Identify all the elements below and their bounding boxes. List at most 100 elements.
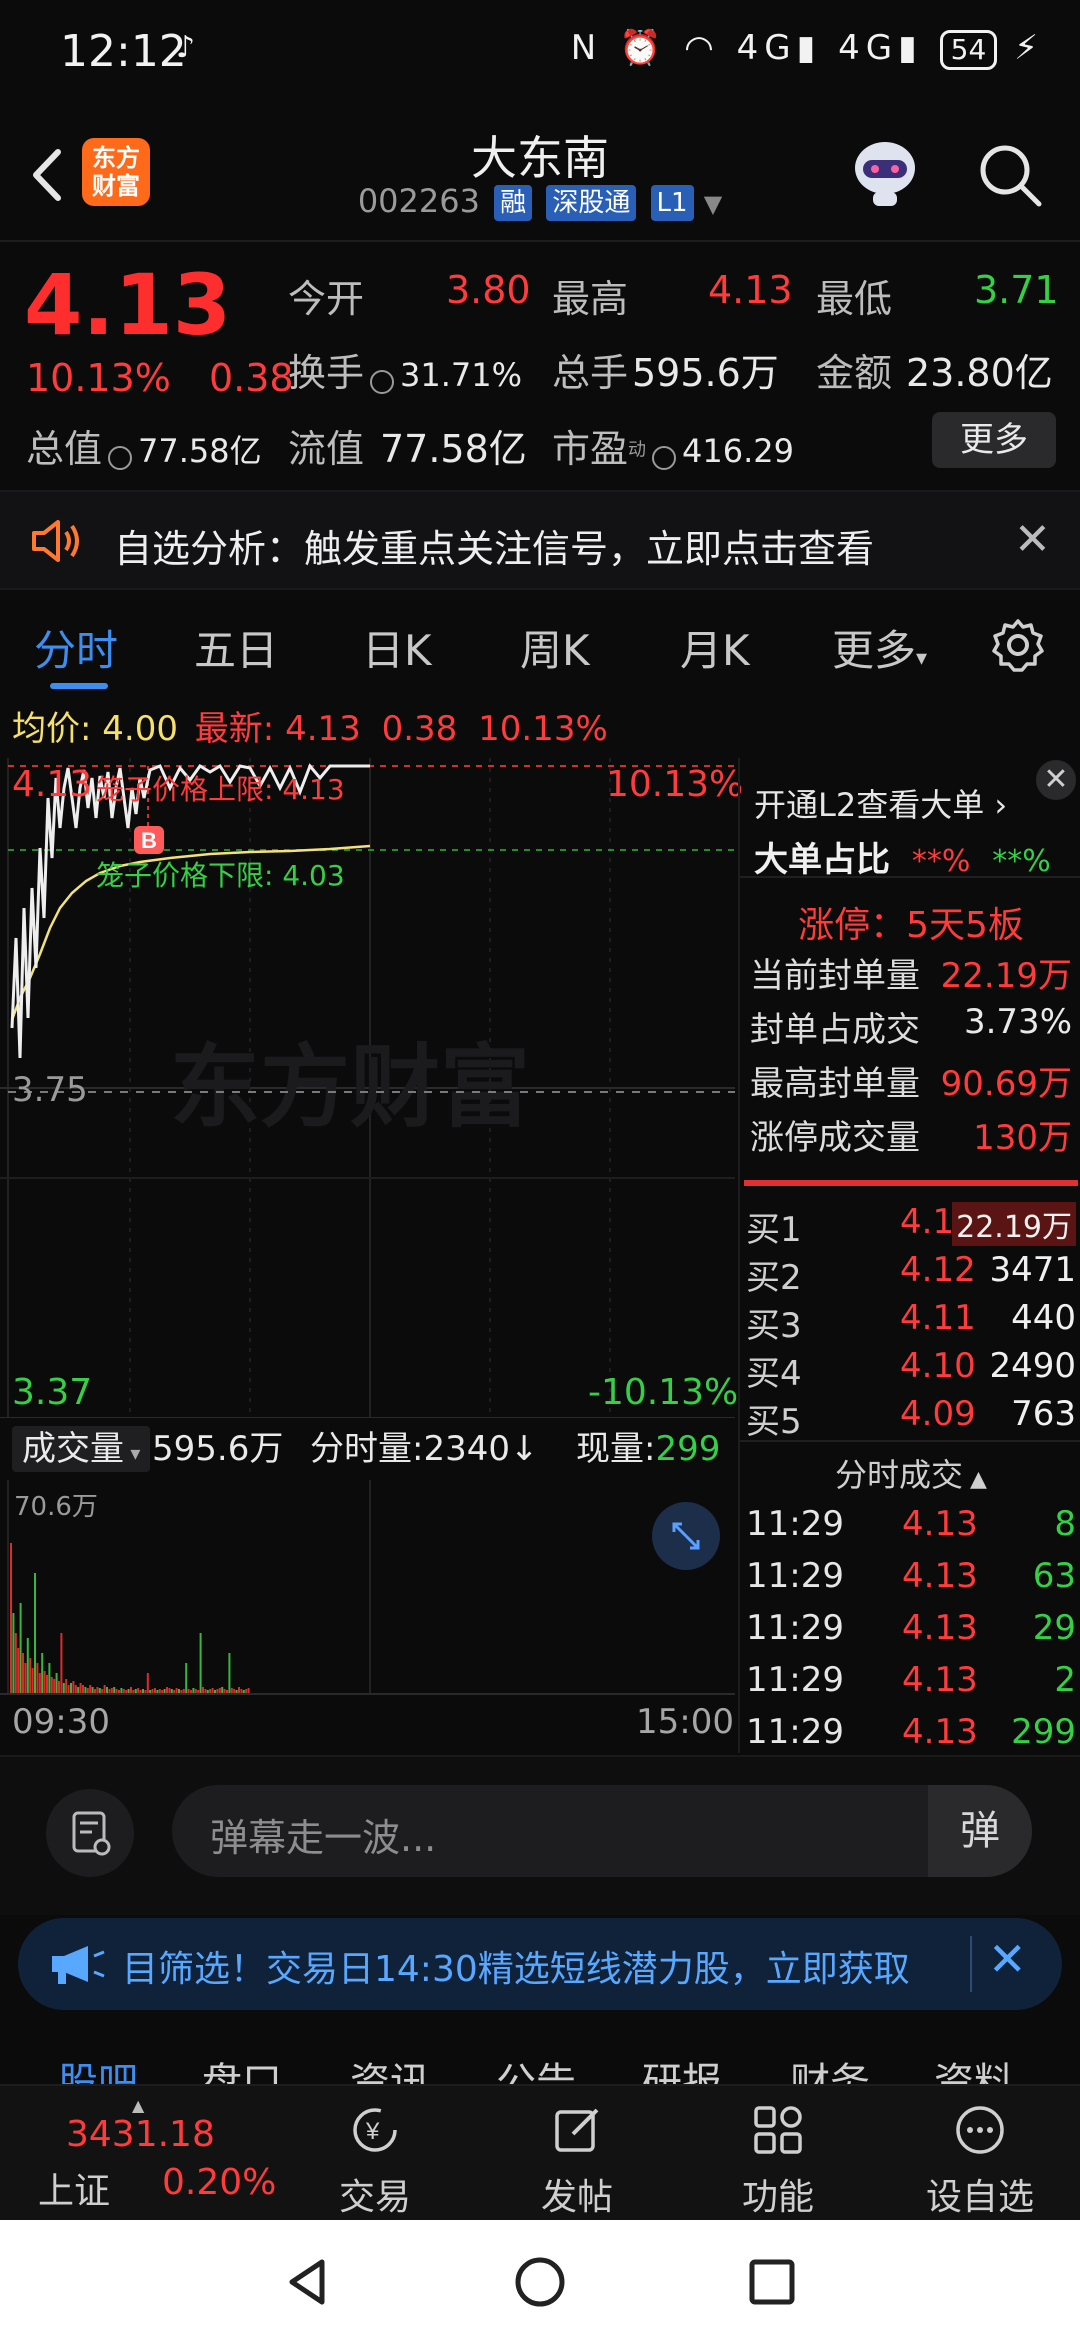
volume-bar — [50, 1677, 53, 1693]
search-icon[interactable] — [975, 140, 1045, 210]
edit-icon — [555, 2108, 599, 2152]
charging-icon: ⚡ — [1014, 28, 1044, 68]
trade-icon: ¥ — [353, 2108, 397, 2152]
tab-announcements[interactable]: 公告 — [496, 2050, 576, 2088]
tick-row[interactable]: 11:29 4.13 63 — [740, 1552, 1080, 1602]
nav-post[interactable]: 发帖 — [497, 2086, 657, 2220]
nav-trade[interactable]: ¥ 交易 — [295, 2086, 455, 2220]
tick-qty: 63 — [1032, 1556, 1076, 1596]
volume-bar — [127, 1689, 130, 1693]
order-book[interactable]: 买1 4.13 22.19万 买2 4.12 3471 买3 4.11 440 … — [740, 1198, 1080, 1442]
danmu-settings-icon[interactable] — [46, 1789, 134, 1877]
volume-bar — [209, 1689, 212, 1693]
pe-superscript: 动 — [628, 439, 647, 461]
lower-limit-label: 笼子价格下限: 4.03 — [96, 854, 345, 894]
tab-orderbook[interactable]: 盘口 — [202, 2050, 282, 2088]
tick-qty: 2 — [1054, 1660, 1076, 1700]
tick-volume: 分时量:2340↓ — [310, 1429, 539, 1469]
volume-indicator-select[interactable]: 成交量 ▾ — [12, 1426, 151, 1472]
index-pct: 0.20% — [162, 2162, 277, 2203]
mktcap-value: 77.58亿 — [138, 432, 262, 470]
bottom-nav: ▲ 3431.18 上证 0.20% ¥ 交易 发帖 功能 设自选 — [0, 2084, 1080, 2220]
alert-banner[interactable]: 自选分析：触发重点关注信号，立即点击查看 ✕ — [0, 490, 1080, 590]
volume-bar — [86, 1688, 89, 1693]
bid-row[interactable]: 买2 4.12 3471 — [740, 1246, 1080, 1298]
volume-bar — [26, 1638, 29, 1693]
tick-row[interactable]: 11:29 4.13 299 — [740, 1708, 1080, 1758]
volume-bar — [139, 1690, 142, 1693]
tick-list[interactable]: 11:29 4.13 8 11:29 4.13 63 11:29 4.13 29… — [740, 1500, 1080, 1752]
nav-add-watchlist[interactable]: 设自选 — [900, 2086, 1060, 2220]
tick-row[interactable]: 11:29 4.13 2 — [740, 1656, 1080, 1706]
expand-icon[interactable] — [652, 1502, 720, 1570]
turnover-item[interactable]: 换手 31.71% — [288, 342, 522, 397]
bid-row[interactable]: 买5 4.09 763 — [740, 1390, 1080, 1442]
tab-more[interactable]: 更多▾ — [832, 617, 927, 678]
more-button[interactable]: 更多 — [932, 412, 1056, 468]
mktcap-item[interactable]: 总值 77.58亿 — [26, 418, 262, 473]
stat-label: 涨停成交量 — [750, 1118, 920, 1158]
volume-bar — [125, 1690, 128, 1693]
volume-bar — [38, 1673, 41, 1693]
bid-row[interactable]: 买3 4.11 440 — [740, 1294, 1080, 1346]
volume-bar — [96, 1687, 99, 1693]
tab-weekly-k[interactable]: 周K — [520, 617, 590, 678]
volume-bar — [84, 1687, 87, 1693]
volume-bar — [41, 1653, 44, 1693]
volume-bar — [103, 1685, 106, 1693]
volume-bar — [98, 1688, 101, 1693]
info-icon — [370, 369, 395, 394]
volume-bar — [106, 1687, 108, 1693]
close-icon[interactable]: ✕ — [1036, 760, 1076, 800]
promo-banner[interactable]: 目筛选！交易日14:30精选短线潜力股，立即获取 ✕ — [18, 1918, 1062, 2010]
big-ratio-red: **% — [911, 844, 971, 879]
current-volume: 现量:299 — [576, 1420, 720, 1478]
tab-research[interactable]: 研报 — [642, 2050, 722, 2088]
big-ratio-label: 大单占比 — [754, 840, 890, 880]
volume-bar — [204, 1689, 207, 1693]
bid-row[interactable]: 买4 4.10 2490 — [740, 1342, 1080, 1394]
volume-bar — [170, 1689, 173, 1693]
volume-bar — [173, 1690, 176, 1693]
bid-row[interactable]: 买1 4.13 22.19万 — [740, 1198, 1080, 1250]
recents-square-icon[interactable] — [744, 2254, 800, 2310]
promo-text: 目筛选！交易日14:30精选短线潜力股，立即获取 — [122, 1949, 910, 1990]
tab-five-day[interactable]: 五日 — [194, 617, 278, 678]
volume-bar — [182, 1689, 185, 1693]
buy-marker[interactable]: B — [141, 828, 157, 853]
volume-bar — [166, 1687, 168, 1693]
home-circle-icon[interactable] — [512, 2254, 568, 2310]
tab-daily-k[interactable]: 日K — [362, 617, 432, 678]
volume-chart-svg — [0, 1480, 735, 1695]
tab-finance[interactable]: 财务 — [790, 2050, 870, 2088]
ticks-title[interactable]: 分时成交 ▲ — [740, 1450, 1080, 1496]
ticks-title-text: 分时成交 — [835, 1456, 964, 1494]
tick-row[interactable]: 11:29 4.13 8 — [740, 1500, 1080, 1550]
tab-news[interactable]: 资讯 — [350, 2050, 430, 2088]
tab-monthly-k[interactable]: 月K — [680, 617, 750, 678]
l2-link[interactable]: 开通L2查看大单 › — [754, 780, 1007, 826]
tick-qty: 29 — [1032, 1608, 1076, 1648]
pe-item[interactable]: 市盈动 416.29 — [552, 418, 794, 473]
tick-price: 4.13 — [902, 1504, 978, 1544]
right-panel: ✕ 开通L2查看大单 › 大单占比 **% **% 涨停：5天5板 当前封单量 … — [738, 758, 1080, 1753]
tab-profile[interactable]: 资料 — [934, 2050, 1014, 2088]
gear-icon[interactable] — [990, 617, 1046, 673]
volume-chart[interactable]: 70.6万 — [0, 1480, 735, 1695]
close-icon[interactable]: ✕ — [988, 1932, 1027, 1986]
robot-assistant-icon[interactable] — [845, 132, 925, 212]
info-icon — [652, 445, 677, 470]
latest-value: 4.13 — [285, 709, 361, 749]
tick-qty: 299 — [1011, 1712, 1076, 1752]
tick-row[interactable]: 11:29 4.13 29 — [740, 1604, 1080, 1654]
intraday-chart[interactable]: 东方财富 B 4.13 10.13% 笼子价格上限: 4.13 笼子价格下限: … — [0, 758, 743, 1418]
open-item: 今开 — [288, 268, 364, 323]
close-icon[interactable]: ✕ — [1014, 514, 1051, 565]
danmu-send-button[interactable]: 弹 — [928, 1785, 1032, 1877]
tab-forum[interactable]: 股吧 — [58, 2050, 138, 2088]
index-ticker[interactable]: ▲ 3431.18 上证 0.20% — [0, 2086, 290, 2220]
back-triangle-icon[interactable] — [280, 2254, 336, 2310]
volume-bar — [144, 1690, 147, 1693]
nav-functions[interactable]: 功能 — [698, 2086, 858, 2220]
tab-intraday[interactable]: 分时 — [34, 617, 118, 678]
